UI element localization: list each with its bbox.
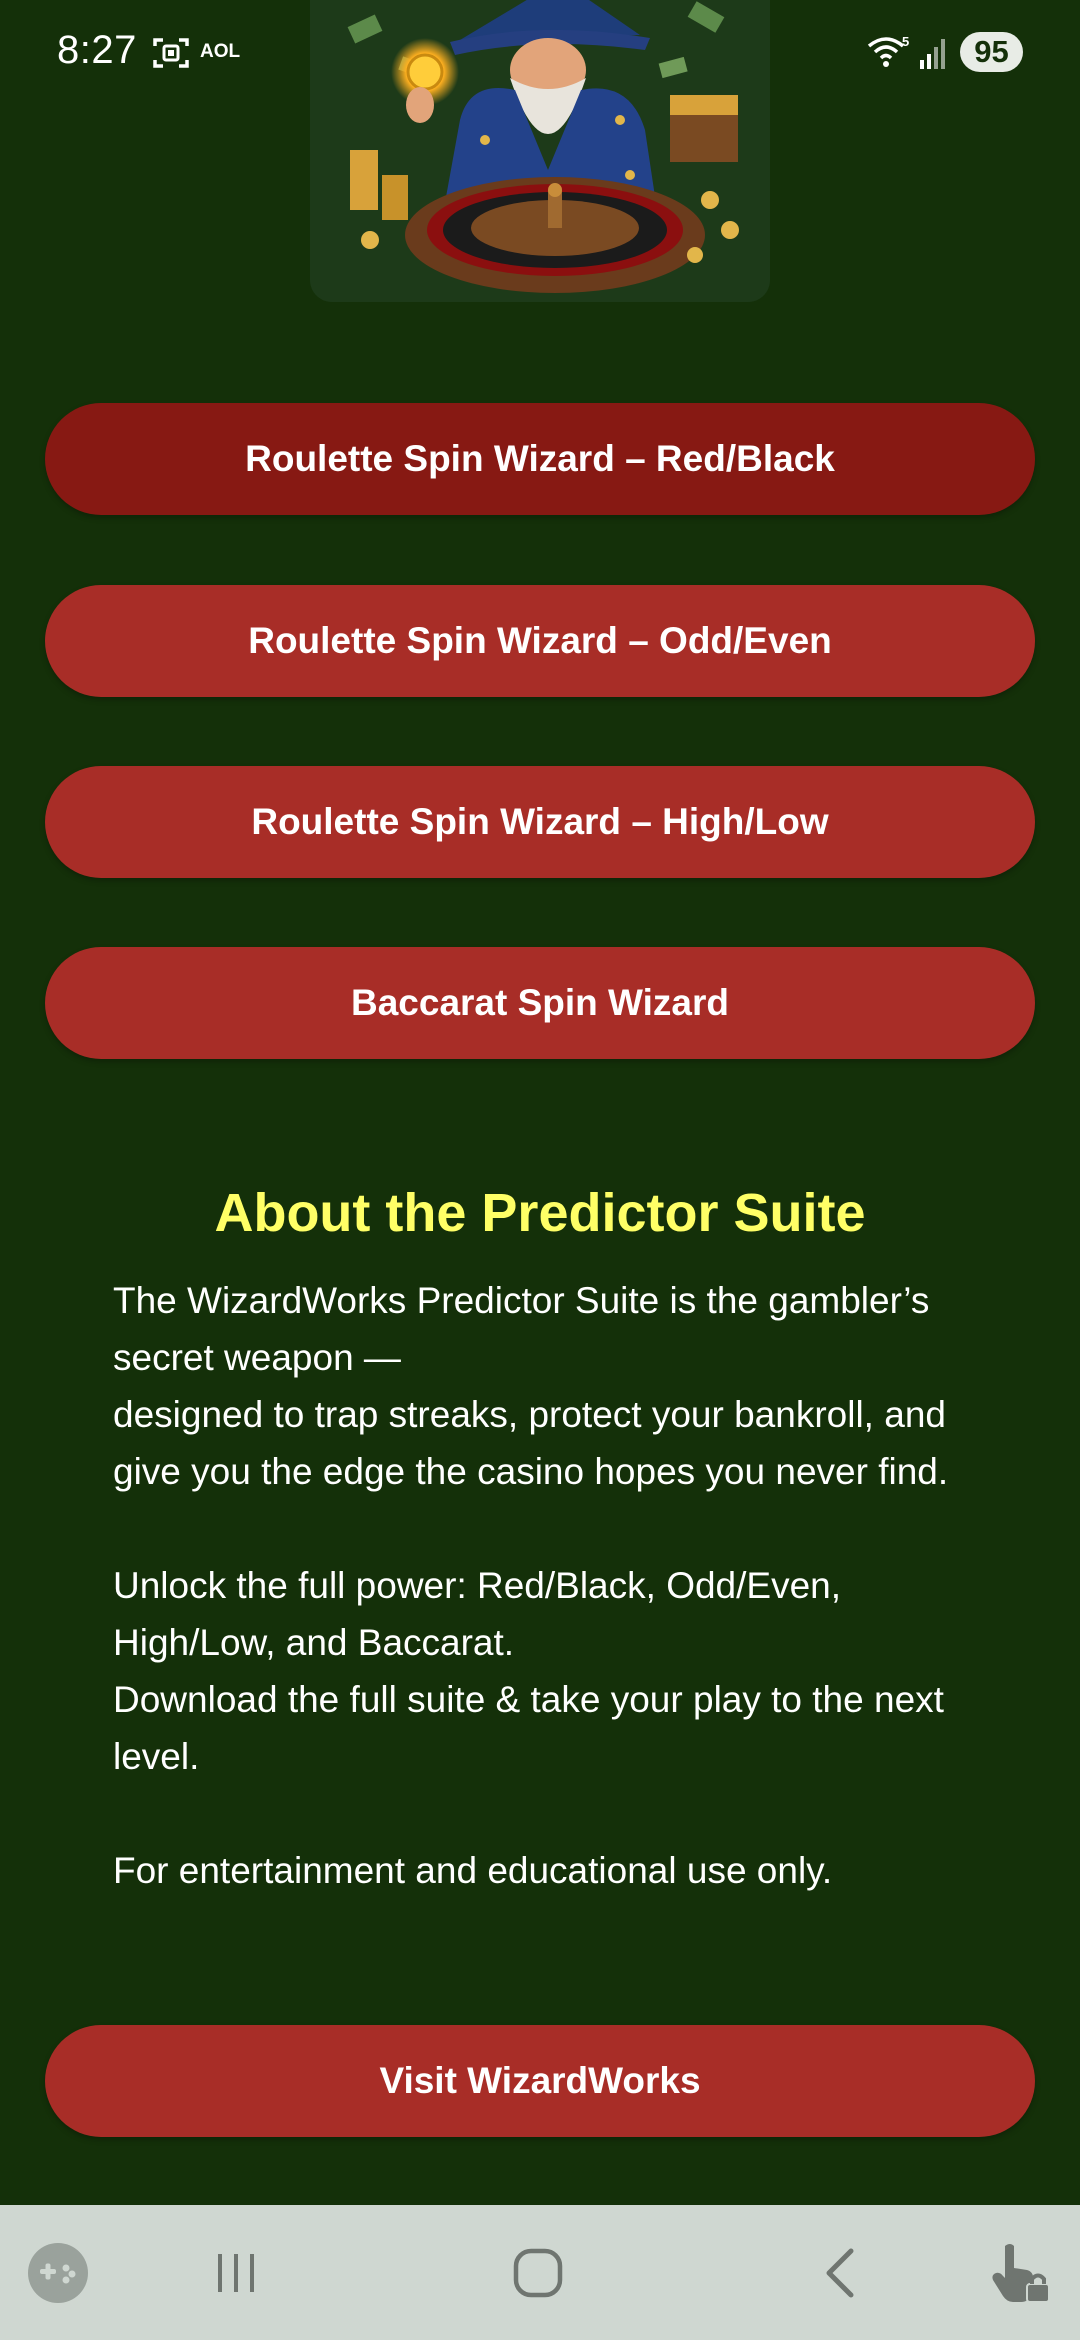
recent-apps-button[interactable] [196, 2205, 276, 2340]
touch-lock-button[interactable] [980, 2205, 1060, 2340]
about-paragraph-disclaimer: For entertainment and educational use on… [113, 1850, 833, 1891]
visit-wizardworks-button[interactable]: Visit WizardWorks [45, 2025, 1035, 2137]
game-launcher-icon [28, 2242, 88, 2303]
about-paragraph-download: Download the full suite & take your play… [113, 1679, 944, 1777]
app-screen: 8:27 AOL 5 95 Roulette Spin Wizard – Red… [0, 0, 1080, 2340]
wifi-icon: 5 [867, 34, 909, 67]
about-paragraph-designed: designed to trap streaks, protect your b… [113, 1394, 949, 1492]
back-icon [826, 2248, 854, 2297]
wifi-label: 5 [902, 34, 909, 49]
aol-badge: AOL [200, 41, 241, 62]
home-icon [513, 2248, 563, 2297]
baccarat-wizard-button[interactable]: Baccarat Spin Wizard [45, 947, 1035, 1059]
about-title: About the Predictor Suite [214, 1183, 866, 1243]
game-launcher-button[interactable] [18, 2205, 98, 2340]
red-black-wizard-button[interactable]: Roulette Spin Wizard – Red/Black [45, 403, 1035, 515]
battery-indicator: 95 [960, 32, 1023, 72]
status-bar: 8:27 AOL 5 95 [0, 0, 1080, 105]
navigation-bar [0, 2205, 1080, 2340]
status-time: 8:27 [57, 28, 137, 72]
odd-even-wizard-button[interactable]: Roulette Spin Wizard – Odd/Even [45, 585, 1035, 697]
touch-lock-icon [992, 2243, 1050, 2303]
back-button[interactable] [800, 2205, 880, 2340]
home-button[interactable] [498, 2205, 578, 2340]
recent-apps-icon [218, 2253, 254, 2292]
about-paragraph-unlock: Unlock the full power: Red/Black, Odd/Ev… [113, 1565, 842, 1663]
about-paragraph-intro: The WizardWorks Predictor Suite is the g… [113, 1280, 930, 1378]
about-body: The WizardWorks Predictor Suite is the g… [113, 1272, 993, 1899]
signal-icon [920, 39, 945, 69]
high-low-wizard-button[interactable]: Roulette Spin Wizard – High/Low [45, 766, 1035, 878]
screenshot-icon [153, 38, 189, 68]
